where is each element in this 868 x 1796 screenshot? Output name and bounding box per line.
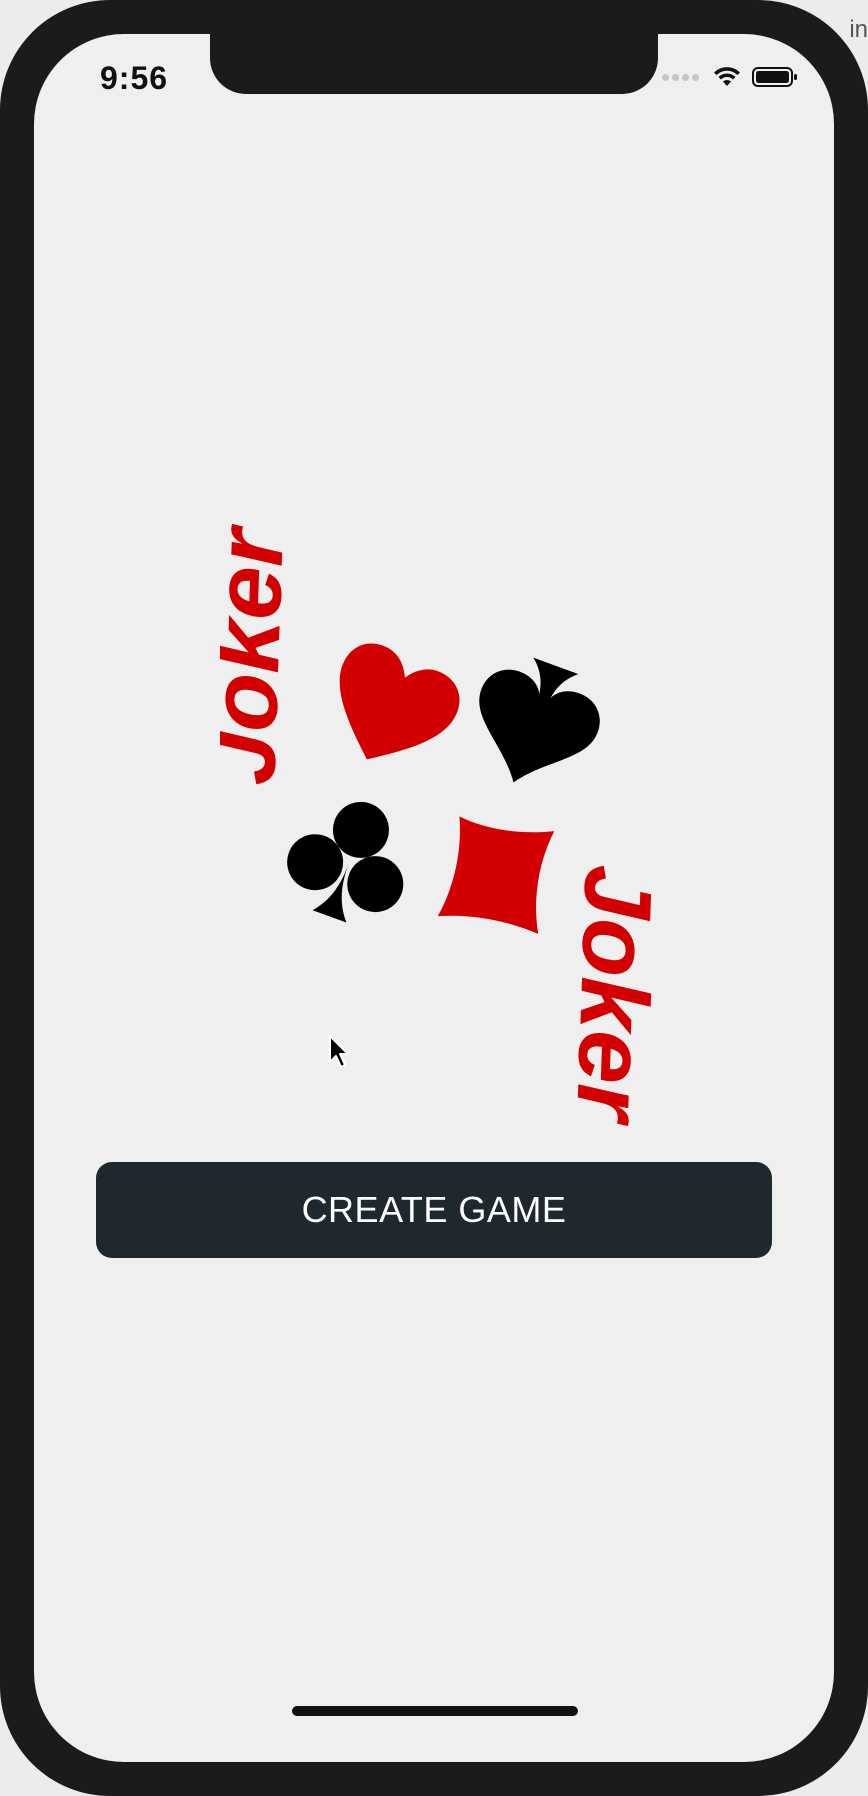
diamond-icon	[437, 816, 555, 934]
cellular-signal-icon	[662, 68, 702, 86]
home-indicator[interactable]	[292, 1706, 578, 1716]
status-icons	[662, 66, 798, 88]
logo-word-bottom: Joker	[556, 863, 672, 1127]
club-icon	[287, 801, 404, 923]
simulator-window: 9:56 Joker Joker CREATE GAME in	[0, 0, 868, 1796]
window-corner-text: in	[849, 16, 868, 43]
phone-frame: 9:56 Joker Joker CREATE GAME	[0, 0, 868, 1796]
logo-word-top: Joker	[220, 524, 304, 787]
create-game-button[interactable]: CREATE GAME	[96, 1162, 772, 1258]
heart-icon	[339, 643, 460, 760]
app-screen: 9:56 Joker Joker CREATE GAME	[34, 34, 834, 1762]
status-time: 9:56	[100, 60, 169, 96]
joker-logo: Joker Joker	[220, 524, 672, 1128]
wifi-icon	[714, 67, 740, 86]
spade-icon	[479, 657, 600, 783]
battery-icon	[752, 67, 797, 87]
device-notch	[210, 34, 658, 94]
mouse-cursor-icon	[329, 1035, 349, 1068]
